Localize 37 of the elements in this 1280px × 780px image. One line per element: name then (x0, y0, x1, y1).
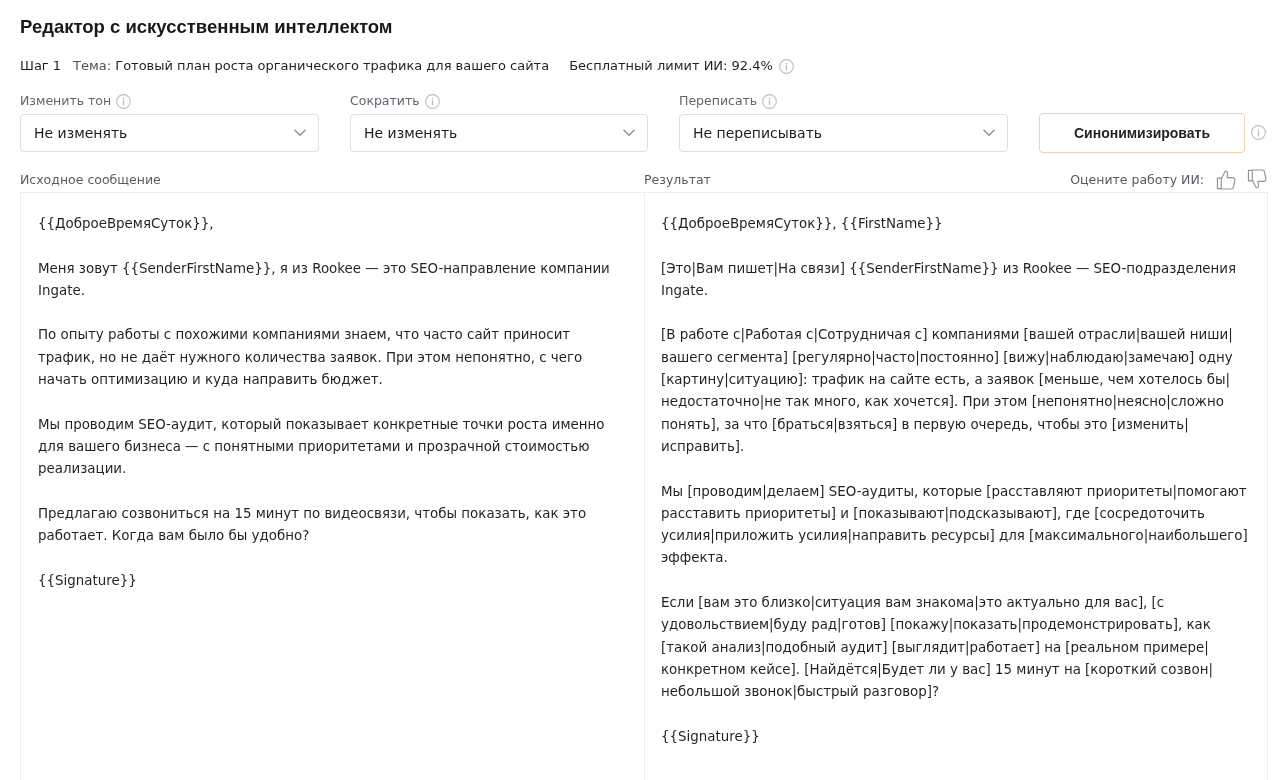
info-icon[interactable] (116, 93, 132, 109)
message-paragraph: {{ДоброеВремяСуток}}, (38, 215, 215, 233)
chevron-down-icon (983, 129, 995, 137)
dropdown-select[interactable]: Не изменять (350, 114, 648, 152)
info-icon[interactable] (778, 58, 794, 74)
field-label: Переписать (679, 93, 758, 109)
chevron-down-icon (294, 129, 306, 137)
message-paragraph: По опыту работы с похожими компаниями знаем, что часто сайт приносит трафик, но не даёт нужного количества заявок. При этом непонятно, с чего начать оптимизацию и куда направить бюджет. (38, 326, 584, 390)
dropdown-select[interactable]: Не переписывать (679, 114, 1008, 152)
synonymize-button[interactable]: Синонимизировать (1039, 113, 1245, 153)
info-icon[interactable] (1251, 125, 1266, 140)
message-paragraph: {{ДоброеВремяСуток}}, {{FirstName}} (661, 215, 944, 233)
info-icon[interactable] (424, 93, 440, 109)
page-title: Редактор с искусственным интеллектом (20, 15, 394, 39)
panel-label: Результат (644, 171, 711, 187)
message-paragraph: {{Signature}} (38, 571, 138, 590)
thumbs-up-icon[interactable] (1216, 168, 1237, 190)
step-label: Шаг 1 (20, 57, 62, 75)
message-paragraph: {{Signature}} (661, 727, 761, 746)
message-paragraph: [В работе с|Работая с|Сотрудничая с] компаниями [вашей отрасли|вашей ниши|вашего сегмента] [регулярно|часто|постоянно] [вижу|наблюдаю|замечаю] одну [картину|ситуацию]: трафик на сайте есть, а заявок [меньше, чем хотелось бы|недостаточно|не так много, как хочется]. При этом [непонятно|неясно|сложно понять], за что [браться|взяться] в первую очередь, чтобы это [изменить|исправить]. (661, 326, 1234, 456)
message-paragraph: Мы проводим SEO-аудит, который показывает конкретные точки роста именно для вашего бизнеса — с понятными приоритетами и прозрачной стоимостью реализации. (38, 415, 606, 479)
ai-limit-text: Бесплатный лимит ИИ: 92.4% (569, 57, 773, 75)
message-paragraph: Мы [проводим|делаем] SEO-аудиты, которые [расставляют приоритеты|помогают расставить приоритеты] и [показывают|подсказывают], где [сосредоточить усилия|приложить усилия|направить ресурсы] для [максимального|наибольшего] эффекта. (661, 482, 1249, 568)
chevron-down-icon (623, 129, 635, 137)
panel-label: Исходное сообщение (20, 171, 161, 187)
message-paragraph: [Это|Вам пишет|На связи] {{SenderFirstName}} из Rookee — SEO-подразделения Ingate. (661, 259, 1238, 300)
message-paragraph: Если [вам это близко|ситуация вам знакома|это актуально для вас], [с удовольствием|буду рад|готов] [покажу|показать|продемонстрировать], как [такой анализ|подобный аудит] [выглядит|работает] на [реальном примере|конкретном кейсе]. [Найдётся|Будет ли у вас] 15 минут на [короткий созвон|небольшой звонок|быстрый разговор]? (661, 594, 1214, 702)
topic-text: Готовый план роста органического трафика для вашего сайта (115, 57, 550, 75)
thumbs-down-icon[interactable] (1247, 168, 1268, 190)
rating-prompt: Оцените работу ИИ: (1070, 171, 1204, 187)
message-paragraph: Предлагаю созвониться на 15 минут по видеосвязи, чтобы показать, как это работает. Когда вам было бы удобно? (38, 504, 588, 546)
field-label: Изменить тон (20, 93, 112, 109)
dropdown-select[interactable]: Не изменять (20, 114, 319, 152)
message-paragraph: Меня зовут {{SenderFirstName}}, я из Rookee — это SEO-направление компании Ingate. (38, 259, 611, 300)
info-icon[interactable] (762, 93, 778, 109)
topic-label: Тема: (73, 57, 112, 75)
field-label: Сократить (350, 93, 420, 109)
